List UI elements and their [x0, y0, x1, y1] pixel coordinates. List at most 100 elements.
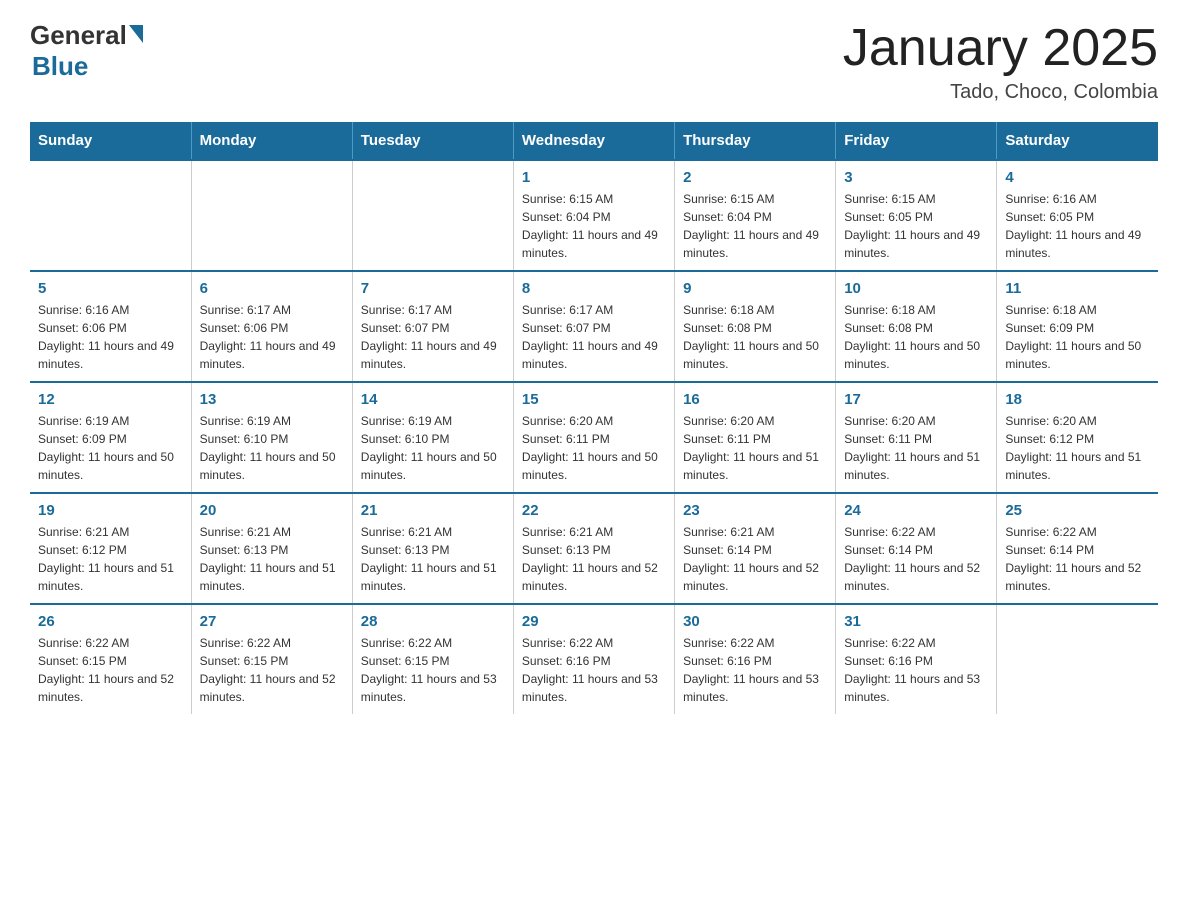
- day-number: 10: [844, 280, 988, 297]
- day-info: Sunrise: 6:17 AM Sunset: 6:06 PM Dayligh…: [200, 301, 344, 373]
- day-number: 13: [200, 391, 344, 408]
- page-header: General Blue January 2025 Tado, Choco, C…: [30, 20, 1158, 104]
- day-number: 16: [683, 391, 827, 408]
- day-info: Sunrise: 6:22 AM Sunset: 6:16 PM Dayligh…: [683, 634, 827, 706]
- day-info: Sunrise: 6:20 AM Sunset: 6:12 PM Dayligh…: [1005, 412, 1150, 484]
- day-cell: 28Sunrise: 6:22 AM Sunset: 6:15 PM Dayli…: [352, 604, 513, 714]
- day-info: Sunrise: 6:18 AM Sunset: 6:09 PM Dayligh…: [1005, 301, 1150, 373]
- day-cell: 3Sunrise: 6:15 AM Sunset: 6:05 PM Daylig…: [836, 160, 997, 271]
- header-day-saturday: Saturday: [997, 122, 1158, 160]
- day-info: Sunrise: 6:22 AM Sunset: 6:16 PM Dayligh…: [522, 634, 666, 706]
- week-row-4: 19 Sunrise: 6:21 AM Sunset: 6:12 PM Dayli…: [30, 493, 1158, 604]
- logo-triangle-icon: [129, 25, 143, 43]
- day-info: Sunrise: 6:20 AM Sunset: 6:11 PM Dayligh…: [522, 412, 666, 484]
- day-info: Sunrise: 6:19 AM Sunset: 6:10 PM Dayligh…: [200, 412, 344, 484]
- page-title: January 2025: [843, 20, 1158, 77]
- day-number: 11: [1005, 280, 1150, 297]
- header-day-wednesday: Wednesday: [513, 122, 674, 160]
- week-row-3: 12 Sunrise: 6:19 AM Sunset: 6:09 PM Dayli…: [30, 382, 1158, 493]
- day-info: Sunrise: 6:22 AM Sunset: 6:14 PM Dayligh…: [844, 523, 988, 595]
- calendar-table: SundayMondayTuesdayWednesdayThursdayFrid…: [30, 122, 1158, 714]
- header-day-tuesday: Tuesday: [352, 122, 513, 160]
- day-number: 18: [1005, 391, 1150, 408]
- day-cell: 17Sunrise: 6:20 AM Sunset: 6:11 PM Dayli…: [836, 382, 997, 493]
- day-number: 14: [361, 391, 505, 408]
- day-cell: 25 Sunrise: 6:22 AM Sunset: 6:14 PM Dayli…: [997, 493, 1158, 604]
- day-number: 20: [200, 502, 344, 519]
- day-number: 17: [844, 391, 988, 408]
- day-info: Sunrise: 6:17 AM Sunset: 6:07 PM Dayligh…: [522, 301, 666, 373]
- day-info: Sunrise: 6:15 AM Sunset: 6:04 PM Dayligh…: [522, 190, 666, 262]
- day-cell: 26 Sunrise: 6:22 AM Sunset: 6:15 PM Dayli…: [30, 604, 191, 714]
- day-info: Sunrise: 6:21 AM Sunset: 6:14 PM Dayligh…: [683, 523, 827, 595]
- day-info: Sunrise: 6:22 AM Sunset: 6:15 PM Dayligh…: [200, 634, 344, 706]
- week-row-1: 1 Sunrise: 6:15 AM Sunset: 6:04 PM Daylig…: [30, 160, 1158, 271]
- day-cell: 31Sunrise: 6:22 AM Sunset: 6:16 PM Dayli…: [836, 604, 997, 714]
- header-day-friday: Friday: [836, 122, 997, 160]
- day-number: 12: [38, 391, 183, 408]
- header-day-thursday: Thursday: [675, 122, 836, 160]
- day-info: Sunrise: 6:18 AM Sunset: 6:08 PM Dayligh…: [844, 301, 988, 373]
- day-number: 29: [522, 613, 666, 630]
- day-info: Sunrise: 6:22 AM Sunset: 6:15 PM Dayligh…: [38, 634, 183, 706]
- day-number: 24: [844, 502, 988, 519]
- day-cell: 29 Sunrise: 6:22 AM Sunset: 6:16 PM Dayli…: [513, 604, 674, 714]
- day-cell: 18 Sunrise: 6:20 AM Sunset: 6:12 PM Dayli…: [997, 382, 1158, 493]
- header-day-sunday: Sunday: [30, 122, 191, 160]
- day-cell: 22Sunrise: 6:21 AM Sunset: 6:13 PM Dayli…: [513, 493, 674, 604]
- day-number: 7: [361, 280, 505, 297]
- day-cell: 23 Sunrise: 6:21 AM Sunset: 6:14 PM Dayli…: [675, 493, 836, 604]
- day-info: Sunrise: 6:18 AM Sunset: 6:08 PM Dayligh…: [683, 301, 827, 373]
- day-cell: 7Sunrise: 6:17 AM Sunset: 6:07 PM Daylig…: [352, 271, 513, 382]
- day-number: 22: [522, 502, 666, 519]
- day-cell: 2Sunrise: 6:15 AM Sunset: 6:04 PM Daylig…: [675, 160, 836, 271]
- day-info: Sunrise: 6:22 AM Sunset: 6:15 PM Dayligh…: [361, 634, 505, 706]
- day-cell: 20 Sunrise: 6:21 AM Sunset: 6:13 PM Dayli…: [191, 493, 352, 604]
- day-cell: 19 Sunrise: 6:21 AM Sunset: 6:12 PM Dayli…: [30, 493, 191, 604]
- day-info: Sunrise: 6:21 AM Sunset: 6:12 PM Dayligh…: [38, 523, 183, 595]
- day-number: 5: [38, 280, 183, 297]
- day-cell: 30Sunrise: 6:22 AM Sunset: 6:16 PM Dayli…: [675, 604, 836, 714]
- day-number: 1: [522, 169, 666, 186]
- week-row-5: 26 Sunrise: 6:22 AM Sunset: 6:15 PM Dayli…: [30, 604, 1158, 714]
- day-number: 27: [200, 613, 344, 630]
- header-row: SundayMondayTuesdayWednesdayThursdayFrid…: [30, 122, 1158, 160]
- day-cell: 1 Sunrise: 6:15 AM Sunset: 6:04 PM Daylig…: [513, 160, 674, 271]
- calendar-header: SundayMondayTuesdayWednesdayThursdayFrid…: [30, 122, 1158, 160]
- day-cell: [191, 160, 352, 271]
- day-cell: 10 Sunrise: 6:18 AM Sunset: 6:08 PM Dayli…: [836, 271, 997, 382]
- day-number: 19: [38, 502, 183, 519]
- day-number: 9: [683, 280, 827, 297]
- day-info: Sunrise: 6:19 AM Sunset: 6:09 PM Dayligh…: [38, 412, 183, 484]
- day-cell: 16 Sunrise: 6:20 AM Sunset: 6:11 PM Dayli…: [675, 382, 836, 493]
- logo: General Blue: [30, 20, 143, 82]
- day-number: 23: [683, 502, 827, 519]
- day-number: 6: [200, 280, 344, 297]
- calendar-body: 1 Sunrise: 6:15 AM Sunset: 6:04 PM Daylig…: [30, 160, 1158, 714]
- day-cell: 27 Sunrise: 6:22 AM Sunset: 6:15 PM Dayli…: [191, 604, 352, 714]
- day-info: Sunrise: 6:22 AM Sunset: 6:14 PM Dayligh…: [1005, 523, 1150, 595]
- title-section: January 2025 Tado, Choco, Colombia: [843, 20, 1158, 104]
- day-cell: 6 Sunrise: 6:17 AM Sunset: 6:06 PM Daylig…: [191, 271, 352, 382]
- day-number: 3: [844, 169, 988, 186]
- week-row-2: 5Sunrise: 6:16 AM Sunset: 6:06 PM Daylig…: [30, 271, 1158, 382]
- logo-blue-text: Blue: [32, 51, 88, 82]
- day-cell: 14Sunrise: 6:19 AM Sunset: 6:10 PM Dayli…: [352, 382, 513, 493]
- day-info: Sunrise: 6:20 AM Sunset: 6:11 PM Dayligh…: [683, 412, 827, 484]
- day-number: 2: [683, 169, 827, 186]
- day-number: 26: [38, 613, 183, 630]
- day-info: Sunrise: 6:21 AM Sunset: 6:13 PM Dayligh…: [200, 523, 344, 595]
- day-number: 4: [1005, 169, 1150, 186]
- day-cell: 13 Sunrise: 6:19 AM Sunset: 6:10 PM Dayli…: [191, 382, 352, 493]
- day-cell: 9 Sunrise: 6:18 AM Sunset: 6:08 PM Daylig…: [675, 271, 836, 382]
- day-cell: 21 Sunrise: 6:21 AM Sunset: 6:13 PM Dayli…: [352, 493, 513, 604]
- day-cell: [997, 604, 1158, 714]
- day-cell: [352, 160, 513, 271]
- day-cell: [30, 160, 191, 271]
- subtitle: Tado, Choco, Colombia: [843, 81, 1158, 104]
- day-number: 8: [522, 280, 666, 297]
- day-number: 25: [1005, 502, 1150, 519]
- day-number: 21: [361, 502, 505, 519]
- day-info: Sunrise: 6:21 AM Sunset: 6:13 PM Dayligh…: [361, 523, 505, 595]
- day-cell: 24 Sunrise: 6:22 AM Sunset: 6:14 PM Dayli…: [836, 493, 997, 604]
